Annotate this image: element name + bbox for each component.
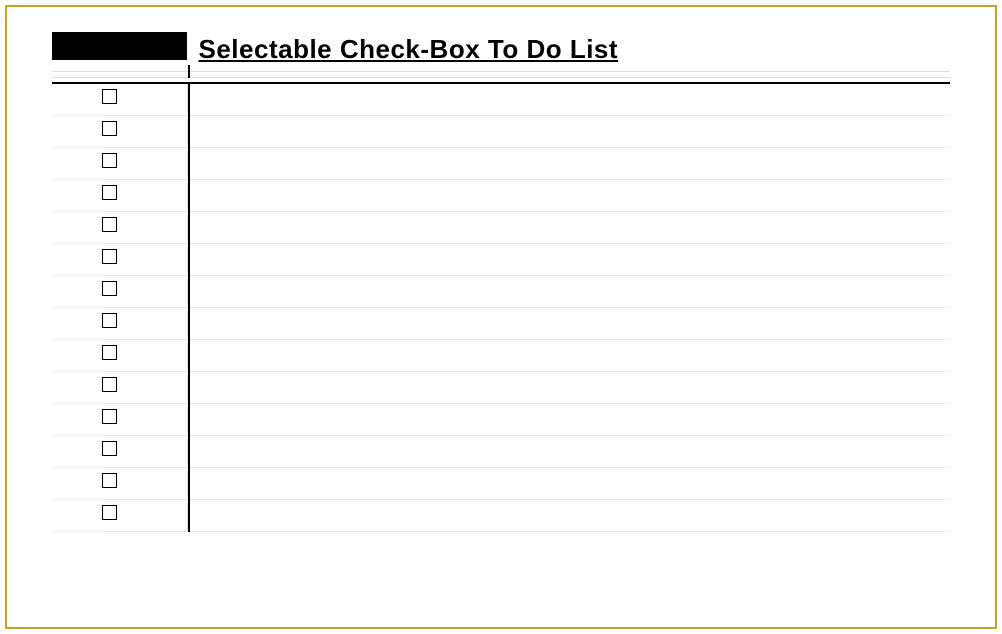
checkbox[interactable] xyxy=(102,377,117,392)
row-margin xyxy=(52,371,100,403)
checkbox[interactable] xyxy=(102,409,117,424)
checkbox-cell xyxy=(100,435,187,467)
row-margin xyxy=(52,83,100,115)
row-margin xyxy=(52,275,100,307)
checkbox-cell xyxy=(100,467,187,499)
list-row xyxy=(52,243,950,275)
list-row xyxy=(52,83,950,115)
row-margin xyxy=(52,115,100,147)
checkbox-cell xyxy=(100,275,187,307)
checkbox-cell xyxy=(100,307,187,339)
list-row xyxy=(52,339,950,371)
checkbox[interactable] xyxy=(102,217,117,232)
checkbox-cell xyxy=(100,147,187,179)
checkbox[interactable] xyxy=(102,345,117,360)
checkbox-cell xyxy=(100,371,187,403)
list-row xyxy=(52,371,950,403)
task-cell[interactable] xyxy=(189,499,951,531)
task-cell[interactable] xyxy=(189,243,951,275)
checkbox[interactable] xyxy=(102,473,117,488)
list-row xyxy=(52,275,950,307)
checkbox[interactable] xyxy=(102,89,117,104)
list-row xyxy=(52,307,950,339)
task-cell[interactable] xyxy=(189,83,951,115)
checkbox-cell xyxy=(100,211,187,243)
checkbox-cell xyxy=(100,115,187,147)
row-margin xyxy=(52,467,100,499)
row-margin xyxy=(52,147,100,179)
checkbox-cell xyxy=(100,499,187,531)
row-margin xyxy=(52,211,100,243)
list-row xyxy=(52,147,950,179)
task-cell[interactable] xyxy=(189,179,951,211)
checkbox[interactable] xyxy=(102,185,117,200)
task-cell[interactable] xyxy=(189,371,951,403)
todo-table: Selectable Check-Box To Do List xyxy=(52,32,950,532)
task-cell[interactable] xyxy=(189,435,951,467)
task-cell[interactable] xyxy=(189,339,951,371)
list-row xyxy=(52,211,950,243)
title-black-block xyxy=(52,32,187,60)
checkbox[interactable] xyxy=(102,313,117,328)
row-margin xyxy=(52,499,100,531)
checkbox-cell xyxy=(100,339,187,371)
checkbox[interactable] xyxy=(102,249,117,264)
task-cell[interactable] xyxy=(189,211,951,243)
list-row xyxy=(52,435,950,467)
page-title: Selectable Check-Box To Do List xyxy=(189,34,951,65)
title-row: Selectable Check-Box To Do List xyxy=(52,32,950,65)
checkbox-cell xyxy=(100,403,187,435)
checkbox-cell xyxy=(100,243,187,275)
task-cell[interactable] xyxy=(189,275,951,307)
task-cell[interactable] xyxy=(189,403,951,435)
checkbox[interactable] xyxy=(102,121,117,136)
checkbox[interactable] xyxy=(102,153,117,168)
task-cell[interactable] xyxy=(189,147,951,179)
list-row xyxy=(52,499,950,531)
task-cell[interactable] xyxy=(189,307,951,339)
task-cell[interactable] xyxy=(189,467,951,499)
row-margin xyxy=(52,179,100,211)
checkbox[interactable] xyxy=(102,441,117,456)
checkbox-cell xyxy=(100,83,187,115)
row-margin xyxy=(52,435,100,467)
checkbox[interactable] xyxy=(102,281,117,296)
list-row xyxy=(52,467,950,499)
document-frame: Selectable Check-Box To Do List xyxy=(5,5,997,629)
list-row xyxy=(52,403,950,435)
list-row xyxy=(52,179,950,211)
checkbox-cell xyxy=(100,179,187,211)
row-margin xyxy=(52,403,100,435)
task-cell[interactable] xyxy=(189,115,951,147)
row-margin xyxy=(52,339,100,371)
checkbox[interactable] xyxy=(102,505,117,520)
row-margin xyxy=(52,243,100,275)
row-margin xyxy=(52,307,100,339)
list-row xyxy=(52,115,950,147)
